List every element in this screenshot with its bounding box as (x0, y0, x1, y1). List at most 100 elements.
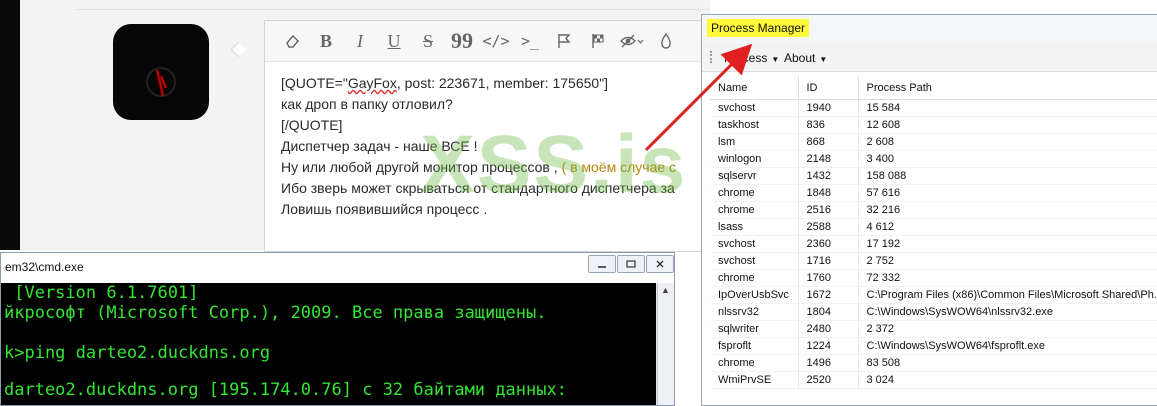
table-row[interactable]: chrome 1848 57 616 (710, 184, 1157, 202)
cmd-line: k>ping darteo2.duckdns.org (4, 343, 271, 363)
table-row[interactable]: sqlwriter 2480 2 372 (710, 320, 1157, 338)
pm-title: Process Manager (707, 19, 810, 37)
cell-id: 836 (798, 116, 859, 134)
eraser-icon[interactable] (275, 27, 309, 55)
cell-id: 1224 (798, 337, 859, 355)
minimize-icon (598, 266, 606, 268)
cell-id: 2148 (798, 150, 859, 168)
underline-button[interactable]: U (377, 27, 411, 55)
cell-path: 2 608 (858, 133, 1157, 151)
cell-id: 2520 (798, 371, 859, 389)
cell-name: svchost (710, 99, 799, 117)
cmd-window[interactable]: em32\cmd.exe [Version 6.1.7601] йкрософт… (0, 252, 675, 406)
scroll-up-icon[interactable]: ▲ (661, 285, 670, 295)
cell-name: sqlwriter (710, 320, 799, 338)
cell-path: C:\Windows\SysWOW64\fsproflt.exe (858, 337, 1157, 355)
pm-title-bar[interactable]: Process Manager (702, 15, 1157, 43)
cell-name: WmiPrvSE (710, 371, 799, 389)
cmd-title-bar[interactable]: em32\cmd.exe (1, 253, 674, 283)
cmd-scrollbar[interactable]: ▲ (657, 283, 674, 405)
maximize-button[interactable] (617, 255, 645, 273)
table-row[interactable]: chrome 1496 83 508 (710, 354, 1157, 372)
table-row[interactable]: svchost 2360 17 192 (710, 235, 1157, 253)
cmd-line: йкрософт (Microsoft Corp.), 2009. Все пр… (4, 303, 547, 323)
quote-button[interactable]: 99 (445, 27, 479, 55)
cell-path: 2 752 (858, 252, 1157, 270)
cell-path: C:\Program Files (x86)\Common Files\Micr… (858, 286, 1157, 304)
close-icon (656, 260, 664, 268)
flag-icon[interactable] (547, 27, 581, 55)
reply-editor[interactable]: B I U S 99 </> >_ [QUOTE="GayFox, post: … (264, 20, 712, 252)
column-header-id[interactable]: ID (798, 77, 859, 100)
editor-toolbar: B I U S 99 </> >_ (265, 21, 711, 62)
table-row[interactable]: chrome 2516 32 216 (710, 201, 1157, 219)
cell-id: 1940 (798, 99, 859, 117)
cmd-output[interactable]: [Version 6.1.7601] йкрософт (Microsoft C… (1, 283, 656, 405)
code-button[interactable]: </> (479, 27, 513, 55)
cell-name: chrome (710, 269, 799, 287)
strikethrough-button[interactable]: S (411, 27, 445, 55)
table-row[interactable]: taskhost 836 12 608 (710, 116, 1157, 134)
cell-id: 2516 (798, 201, 859, 219)
cell-id: 1672 (798, 286, 859, 304)
hide-content-icon[interactable] (615, 27, 649, 55)
cell-id: 1760 (798, 269, 859, 287)
color-drop-icon[interactable] (649, 27, 683, 55)
inline-code-button[interactable]: >_ (513, 27, 547, 55)
table-row[interactable]: svchost 1940 15 584 (710, 99, 1157, 117)
cell-name: svchost (710, 252, 799, 270)
cell-id: 1848 (798, 184, 859, 202)
cell-path: 72 332 (858, 269, 1157, 287)
cell-path: 17 192 (858, 235, 1157, 253)
table-row[interactable]: IpOverUsbSvc 1672 C:\Program Files (x86)\C… (710, 286, 1157, 304)
cell-id: 2480 (798, 320, 859, 338)
cell-id: 2360 (798, 235, 859, 253)
cell-id: 1804 (798, 303, 859, 321)
table-row[interactable]: chrome 1760 72 332 (710, 269, 1157, 287)
cell-id: 1716 (798, 252, 859, 270)
cell-name: nlssrv32 (710, 303, 799, 321)
menu-process[interactable]: Process ▼ (724, 51, 779, 65)
content-line: Ловишь появившийся процесс . (281, 201, 488, 217)
avatar[interactable] (113, 24, 209, 120)
cell-id: 2588 (798, 218, 859, 236)
minimize-button[interactable] (588, 255, 616, 273)
table-row[interactable]: lsass 2588 4 612 (710, 218, 1157, 236)
cell-name: svchost (710, 235, 799, 253)
cell-name: IpOverUsbSvc (710, 286, 799, 304)
table-row[interactable]: WmiPrvSE 2520 3 024 (710, 371, 1157, 389)
cell-path: C:\Windows\SysWOW64\nlssrv32.exe (858, 303, 1157, 321)
process-manager-window[interactable]: Process Manager Process ▼ About ▼ Name ID … (701, 14, 1157, 406)
cmd-title: em32\cmd.exe (5, 260, 84, 274)
chevron-down-icon: ▼ (771, 55, 780, 64)
cell-name: winlogon (710, 150, 799, 168)
table-row[interactable]: winlogon 2148 3 400 (710, 150, 1157, 168)
table-row[interactable]: lsm 868 2 608 (710, 133, 1157, 151)
cell-name: chrome (710, 201, 799, 219)
italic-button[interactable]: I (343, 27, 377, 55)
cell-path: 158 088 (858, 167, 1157, 185)
editor-content[interactable]: [QUOTE="GayFox, post: 223671, member: 17… (281, 73, 676, 220)
avatar-glyph-icon (146, 67, 176, 97)
close-button[interactable] (646, 255, 674, 273)
table-row[interactable]: fsproflt 1224 C:\Windows\SysWOW64\fsproflt… (710, 337, 1157, 355)
content-line: Ибо зверь может скрываться от стандартно… (281, 180, 675, 196)
cell-name: sqlservr (710, 167, 799, 185)
cell-name: chrome (710, 184, 799, 202)
table-row[interactable]: svchost 1716 2 752 (710, 252, 1157, 270)
chevron-down-icon: ▼ (819, 55, 828, 64)
content-line: [/QUOTE] (281, 117, 343, 133)
bold-button[interactable]: B (309, 27, 343, 55)
column-header-name[interactable]: Name (710, 77, 799, 100)
menu-about[interactable]: About ▼ (784, 51, 827, 65)
post-divider (75, 9, 710, 10)
content-line: [QUOTE="GayFox, post: 223671, member: 17… (281, 75, 609, 91)
table-row[interactable]: nlssrv32 1804 C:\Windows\SysWOW64\nlssrv32… (710, 303, 1157, 321)
column-header-path[interactable]: Process Path (858, 77, 1157, 100)
cell-name: chrome (710, 354, 799, 372)
toolbar-grip[interactable] (710, 51, 714, 63)
cell-name: lsass (710, 218, 799, 236)
cell-path: 83 508 (858, 354, 1157, 372)
table-row[interactable]: sqlservr 1432 158 088 (710, 167, 1157, 185)
checkered-flag-icon[interactable] (581, 27, 615, 55)
